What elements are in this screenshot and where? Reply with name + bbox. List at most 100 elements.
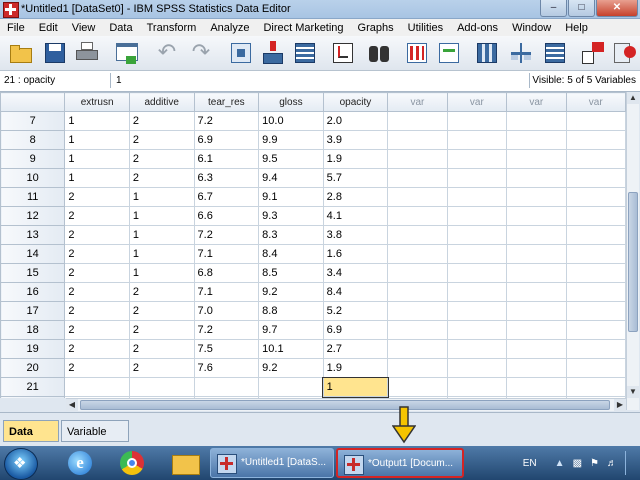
grid-cell[interactable]: 1 [64, 111, 130, 131]
grid-cell[interactable] [506, 225, 567, 245]
grid-cell[interactable]: 9.9 [258, 130, 324, 150]
menu-analyze[interactable]: Analyze [203, 22, 256, 34]
column-header-additive[interactable]: additive [128, 92, 195, 112]
grid-cell[interactable]: 1.9 [322, 358, 389, 378]
grid-cell[interactable]: 2.0 [322, 111, 389, 131]
grid-cell[interactable] [446, 377, 508, 397]
vertical-scrollbar[interactable]: ▲ ▼ [626, 92, 639, 410]
grid-cell[interactable] [506, 301, 567, 321]
tab-data-view[interactable]: Data View [3, 420, 59, 460]
grid-cell[interactable]: 3.8 [322, 225, 389, 245]
grid-cell[interactable] [64, 377, 130, 397]
grid-cell[interactable] [387, 111, 448, 131]
scroll-left-icon[interactable]: ◀ [66, 399, 78, 411]
grid-cell[interactable] [506, 320, 567, 340]
grid-cell[interactable] [565, 111, 626, 131]
menu-utilities[interactable]: Utilities [401, 22, 450, 34]
grid-cell[interactable]: 7.6 [193, 358, 260, 378]
grid-cell[interactable] [446, 282, 508, 302]
split-file-icon[interactable] [474, 40, 500, 66]
grid-cell[interactable] [387, 377, 448, 397]
print-icon[interactable] [74, 40, 100, 66]
row-number[interactable]: 20 [0, 358, 66, 378]
row-number[interactable]: 8 [0, 130, 66, 150]
grid-cell[interactable] [506, 187, 567, 207]
redo-icon[interactable]: ↷ [188, 40, 214, 66]
grid-cell[interactable]: 6.6 [193, 206, 260, 226]
grid-cell[interactable] [387, 187, 448, 207]
grid-cell[interactable]: 1 [64, 149, 130, 169]
menu-transform[interactable]: Transform [140, 22, 204, 34]
grid-cell[interactable]: 2 [128, 149, 195, 169]
grid-cell[interactable]: 2 [128, 130, 195, 150]
grid-cell[interactable] [387, 168, 448, 188]
grid-cell[interactable] [506, 149, 567, 169]
grid-cell[interactable]: 7.5 [193, 339, 260, 359]
grid-cell[interactable] [387, 282, 448, 302]
grid-cell[interactable] [387, 206, 448, 226]
grid-cell[interactable]: 1 [128, 206, 195, 226]
maximize-button[interactable]: □ [568, 0, 595, 17]
row-number[interactable]: 14 [0, 244, 66, 264]
taskbar-data-editor[interactable]: *Untitled1 [DataS... [210, 448, 334, 478]
grid-cell[interactable]: 2 [64, 339, 130, 359]
grid-cell[interactable]: 8.8 [258, 301, 324, 321]
grid-cell[interactable]: 6.8 [193, 263, 260, 283]
grid-cell[interactable] [446, 187, 508, 207]
minimize-button[interactable]: – [540, 0, 567, 17]
grid-cell[interactable]: 9.2 [258, 358, 324, 378]
grid-cell[interactable]: 8.4 [322, 282, 389, 302]
column-header-extrusn[interactable]: extrusn [64, 92, 130, 112]
grid-cell[interactable] [506, 263, 567, 283]
menu-graphs[interactable]: Graphs [351, 22, 401, 34]
scroll-up-icon[interactable]: ▲ [627, 92, 639, 104]
grid-cell[interactable]: 7.1 [193, 282, 260, 302]
volume-icon[interactable]: ♬ [607, 458, 617, 469]
select-cases-icon[interactable] [542, 40, 568, 66]
grid-cell[interactable]: 1.9 [322, 149, 389, 169]
row-number[interactable]: 18 [0, 320, 66, 340]
row-number[interactable]: 19 [0, 339, 66, 359]
grid-cell[interactable] [446, 168, 508, 188]
grid-cell[interactable] [565, 339, 626, 359]
grid-cell[interactable]: 3.9 [322, 130, 389, 150]
flag-icon[interactable]: ⚑ [590, 458, 599, 469]
grid-cell[interactable] [506, 206, 567, 226]
close-button[interactable]: ✕ [596, 0, 638, 17]
grid-cell[interactable] [506, 111, 567, 131]
grid-cell[interactable]: 9.4 [258, 168, 324, 188]
vertical-scroll-thumb[interactable] [628, 192, 638, 332]
grid-cell[interactable]: 5.7 [322, 168, 389, 188]
grid-cell[interactable]: 6.3 [193, 168, 260, 188]
grid-cell[interactable]: 1 [128, 244, 195, 264]
grid-cell[interactable]: 2 [64, 282, 130, 302]
taskbar-output-viewer[interactable]: *Output1 [Docum... [336, 448, 464, 478]
row-number[interactable]: 16 [0, 282, 66, 302]
grid-cell[interactable] [446, 263, 508, 283]
grid-cell[interactable]: 4.1 [322, 206, 389, 226]
row-number[interactable]: 9 [0, 149, 66, 169]
row-number[interactable]: 15 [0, 263, 66, 283]
grid-cell[interactable]: 2 [64, 187, 130, 207]
grid-cell[interactable]: 2.8 [322, 187, 389, 207]
grid-cell[interactable]: 7.1 [193, 244, 260, 264]
grid-cell[interactable] [565, 282, 626, 302]
grid-cell[interactable]: 2 [64, 244, 130, 264]
grid-cell[interactable]: 7.2 [193, 225, 260, 245]
grid-cell[interactable]: 1 [128, 225, 195, 245]
weight-cases-icon[interactable] [508, 40, 534, 66]
corner-cell[interactable] [0, 92, 66, 112]
recall-dialog-icon[interactable] [114, 40, 140, 66]
run-descriptives-icon[interactable] [330, 40, 356, 66]
grid-cell[interactable] [506, 339, 567, 359]
use-variable-sets-icon[interactable] [612, 40, 638, 66]
grid-cell[interactable] [446, 111, 508, 131]
scroll-down-icon[interactable]: ▼ [627, 386, 639, 398]
grid-cell[interactable]: 1 [128, 263, 195, 283]
menu-help[interactable]: Help [558, 22, 595, 34]
horizontal-scrollbar[interactable]: ◀ ▶ [66, 398, 626, 411]
grid-cell[interactable]: 6.7 [193, 187, 260, 207]
selected-grid-cell[interactable]: 1 [322, 376, 389, 398]
grid-cell[interactable] [565, 206, 626, 226]
insert-cases-icon[interactable] [404, 40, 430, 66]
